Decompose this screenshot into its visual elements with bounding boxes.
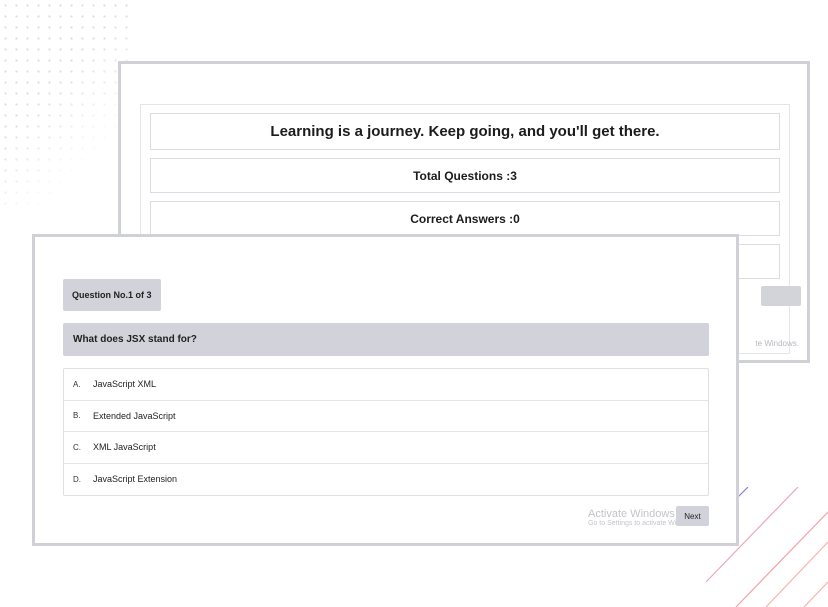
correct-answers: Correct Answers :0 [150,201,780,236]
option-d[interactable]: D. JavaScript Extension [64,464,708,496]
question-text: What does JSX stand for? [63,323,709,356]
dot-pattern-decoration [0,0,135,210]
option-a[interactable]: A. JavaScript XML [64,369,708,401]
results-button[interactable] [761,286,801,306]
option-text: Extended JavaScript [93,410,176,421]
result-message: Learning is a journey. Keep going, and y… [150,113,780,150]
option-text: JavaScript Extension [93,474,178,485]
option-letter: A. [73,379,81,389]
option-letter: C. [73,442,81,452]
option-text: XML JavaScript [93,442,156,453]
option-letter: B. [73,411,81,421]
back-watermark: te Windows. [755,339,799,348]
answer-options: A. JavaScript XML B. Extended JavaScript… [63,368,709,496]
option-letter: D. [73,474,81,484]
next-button[interactable]: Next [676,506,709,526]
quiz-window: Question No.1 of 3 What does JSX stand f… [32,234,739,546]
total-questions: Total Questions :3 [150,158,780,193]
question-number: Question No.1 of 3 [63,279,161,311]
option-text: JavaScript XML [93,379,157,390]
option-b[interactable]: B. Extended JavaScript [64,401,708,432]
option-c[interactable]: C. XML JavaScript [64,432,708,464]
